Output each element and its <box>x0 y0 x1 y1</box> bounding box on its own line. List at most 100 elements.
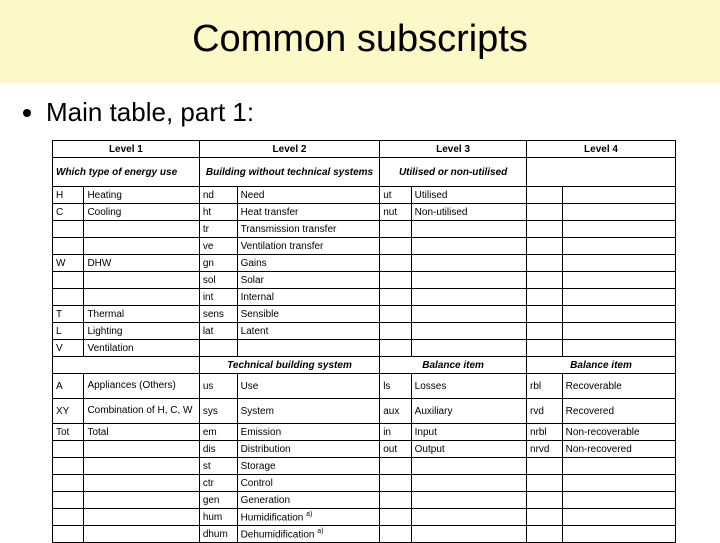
code-cell <box>53 441 84 458</box>
label-cell: Recovered <box>562 399 675 424</box>
table-row: stStorage <box>53 458 676 475</box>
section-cell: Building without technical systems <box>199 158 379 187</box>
label-cell <box>237 340 380 357</box>
label-cell: Non-recoverable <box>562 424 675 441</box>
label-cell <box>84 221 199 238</box>
label-cell <box>411 458 526 475</box>
code-cell <box>527 475 563 492</box>
bullet-area: Main table, part 1: <box>0 83 720 136</box>
label-cell: Distribution <box>237 441 380 458</box>
code-cell: ut <box>380 187 411 204</box>
label-cell <box>562 492 675 509</box>
code-cell: V <box>53 340 84 357</box>
code-cell: nut <box>380 204 411 221</box>
label-cell: Storage <box>237 458 380 475</box>
section-cell: Technical building system <box>199 357 379 374</box>
bullet-text: Main table, part 1: <box>46 97 720 128</box>
label-cell: Non-utilised <box>411 204 526 221</box>
label-cell <box>84 475 199 492</box>
header-level3: Level 3 <box>380 141 527 158</box>
code-cell: rvd <box>527 399 563 424</box>
code-cell: ht <box>199 204 237 221</box>
code-cell: hum <box>199 509 237 526</box>
label-cell <box>562 458 675 475</box>
label-cell: Utilised <box>411 187 526 204</box>
label-cell: Appliances (Others) <box>84 374 199 399</box>
label-cell <box>84 289 199 306</box>
table-row: trTransmission transfer <box>53 221 676 238</box>
code-cell <box>527 255 563 272</box>
table-wrap: Level 1 Level 2 Level 3 Level 4 Which ty… <box>0 136 720 543</box>
table-row: intInternal <box>53 289 676 306</box>
table-row: HHeatingndNeedutUtilised <box>53 187 676 204</box>
label-cell: DHW <box>84 255 199 272</box>
code-cell: A <box>53 374 84 399</box>
label-cell: Gains <box>237 255 380 272</box>
code-cell: st <box>199 458 237 475</box>
code-cell: sol <box>199 272 237 289</box>
code-cell <box>527 509 563 526</box>
code-cell: C <box>53 204 84 221</box>
label-cell <box>562 255 675 272</box>
table-row: humHumidification a) <box>53 509 676 526</box>
label-cell <box>84 238 199 255</box>
code-cell <box>527 306 563 323</box>
code-cell: gn <box>199 255 237 272</box>
label-cell <box>562 272 675 289</box>
label-cell <box>411 475 526 492</box>
label-cell <box>411 306 526 323</box>
code-cell: nd <box>199 187 237 204</box>
label-cell <box>411 340 526 357</box>
table-row: TotTotalemEmissioninInputnrblNon-recover… <box>53 424 676 441</box>
label-cell <box>411 492 526 509</box>
code-cell <box>380 272 411 289</box>
label-cell <box>562 323 675 340</box>
code-cell <box>380 458 411 475</box>
code-cell: int <box>199 289 237 306</box>
code-cell <box>53 509 84 526</box>
code-cell <box>527 340 563 357</box>
code-cell: H <box>53 187 84 204</box>
code-cell <box>527 238 563 255</box>
code-cell <box>53 238 84 255</box>
label-cell: Ventilation <box>84 340 199 357</box>
section-cell: Which type of energy use <box>53 158 200 187</box>
section-row: Technical building systemBalance itemBal… <box>53 357 676 374</box>
label-cell: Recoverable <box>562 374 675 399</box>
label-cell: Heat transfer <box>237 204 380 221</box>
code-cell <box>199 340 237 357</box>
code-cell: em <box>199 424 237 441</box>
label-cell: System <box>237 399 380 424</box>
label-cell <box>411 323 526 340</box>
label-cell: Total <box>84 424 199 441</box>
code-cell <box>527 204 563 221</box>
code-cell: rbl <box>527 374 563 399</box>
label-cell <box>411 289 526 306</box>
label-cell <box>562 238 675 255</box>
label-cell: Solar <box>237 272 380 289</box>
code-cell: in <box>380 424 411 441</box>
code-cell: Tot <box>53 424 84 441</box>
label-cell: Need <box>237 187 380 204</box>
code-cell <box>380 221 411 238</box>
table-row: VVentilation <box>53 340 676 357</box>
code-cell: aux <box>380 399 411 424</box>
label-cell <box>84 458 199 475</box>
table-row: genGeneration <box>53 492 676 509</box>
section-cell: Utilised or non-utilised <box>380 158 527 187</box>
table-row: WDHWgnGains <box>53 255 676 272</box>
label-cell: Heating <box>84 187 199 204</box>
code-cell: L <box>53 323 84 340</box>
table-row: XYCombination of H, C, WsysSystemauxAuxi… <box>53 399 676 424</box>
label-cell: Control <box>237 475 380 492</box>
code-cell: W <box>53 255 84 272</box>
label-cell: Auxiliary <box>411 399 526 424</box>
code-cell <box>527 221 563 238</box>
slide-title: Common subscripts <box>0 18 720 61</box>
label-cell <box>411 272 526 289</box>
code-cell: nrbl <box>527 424 563 441</box>
code-cell <box>527 458 563 475</box>
code-cell <box>53 289 84 306</box>
code-cell: nrvd <box>527 441 563 458</box>
code-cell <box>380 289 411 306</box>
